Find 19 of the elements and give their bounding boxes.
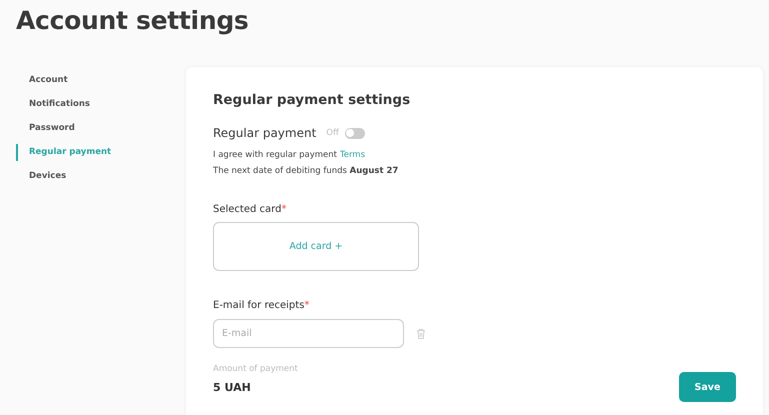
amount-label: Amount of payment [213, 364, 298, 374]
sidebar-item[interactable]: Devices [16, 168, 66, 185]
toggle-state: Off [326, 128, 339, 138]
required-mark: * [281, 204, 286, 215]
section-heading: Regular payment settings [213, 92, 412, 108]
amount-value: 5 UAH [213, 381, 252, 394]
sidebar-item[interactable]: Account [16, 72, 68, 89]
email-field[interactable]: E-mail [213, 319, 404, 348]
page-title: Account settings [15, 5, 250, 36]
required-mark: * [304, 300, 310, 311]
agreement-text: I agree with regular payment [213, 150, 337, 160]
field-label: E-mail for receipts [213, 300, 304, 311]
sidebar-item[interactable]: Password [16, 120, 75, 137]
toggle-label: Regular payment [213, 126, 316, 140]
toggle-switch[interactable] [344, 128, 365, 138]
field-label: Selected card [213, 204, 282, 215]
next-date-text: The next date of debiting funds August 27 [213, 166, 400, 176]
trash-icon[interactable] [416, 328, 426, 340]
sidebar-item[interactable]: Notifications [16, 96, 90, 113]
